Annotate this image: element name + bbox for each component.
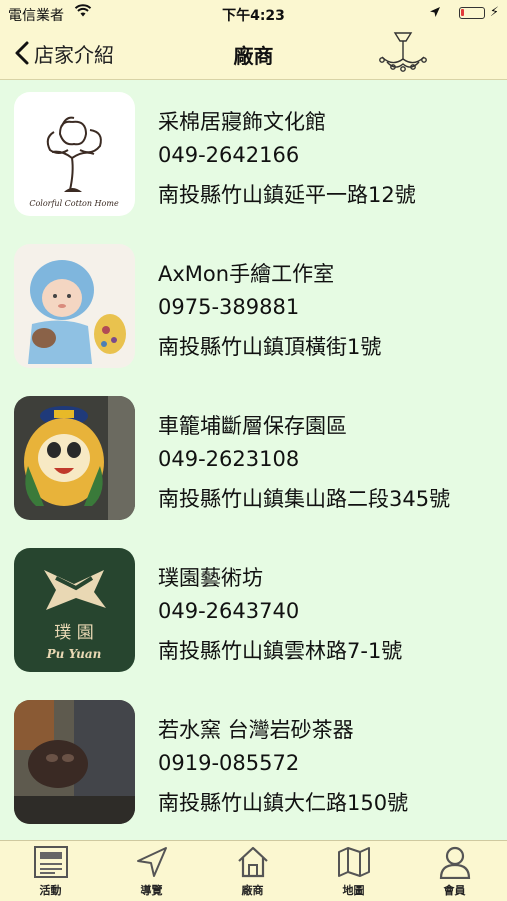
tab-activities[interactable]: 活動 <box>0 841 101 901</box>
list-item[interactable]: 璞 園 Pu Yuan 璞園藝術坊 049-2643740 南投縣竹山鎮雲林路7… <box>0 536 507 688</box>
newspaper-icon <box>33 846 68 878</box>
vendor-phone[interactable]: 0919-085572 <box>158 751 299 775</box>
map-icon <box>337 847 370 877</box>
tab-guide[interactable]: 導覽 <box>101 841 202 901</box>
puyuan-logo-image: 璞 園 Pu Yuan <box>14 548 135 672</box>
person-icon <box>439 846 470 879</box>
chandelier-icon <box>379 32 427 72</box>
back-button[interactable]: 店家介紹 <box>14 37 114 69</box>
navigation-bar: 店家介紹 廠商 <box>0 27 507 80</box>
list-item[interactable]: 車籠埔斷層保存園區 049-2623108 南投縣竹山鎮集山路二段345號 <box>0 384 507 536</box>
tab-bar: 活動 導覽 廠商 地圖 會員 <box>0 840 507 901</box>
vendor-phone[interactable]: 0975-389881 <box>158 295 299 319</box>
vendor-address: 南投縣竹山鎮頂橫街1號 <box>158 335 382 359</box>
vendor-address: 南投縣竹山鎮大仁路150號 <box>158 791 409 815</box>
list-item[interactable]: AxMon手繪工作室 0975-389881 南投縣竹山鎮頂橫街1號 <box>0 232 507 384</box>
charging-icon: ⚡ <box>489 5 499 20</box>
vendor-phone[interactable]: 049-2642166 <box>158 143 299 167</box>
vendor-address: 南投縣竹山鎮雲林路7-1號 <box>158 639 403 663</box>
battery-icon <box>459 7 485 19</box>
vendor-name: 璞園藝術坊 <box>158 566 263 590</box>
illustration-image <box>14 244 135 368</box>
vendor-phone[interactable]: 049-2623108 <box>158 447 299 471</box>
tab-label: 導覽 <box>140 884 163 897</box>
puyuan-logo-subtext: Pu Yuan <box>46 647 102 661</box>
list-item[interactable]: 若水窯 台灣岩砂茶器 0919-085572 南投縣竹山鎮大仁路150號 <box>0 688 507 840</box>
vendor-name: AxMon手繪工作室 <box>158 262 335 286</box>
cotton-logo-text: Colorful Cotton Home <box>29 199 119 208</box>
tab-label: 會員 <box>443 884 466 897</box>
vendor-phone[interactable]: 049-2643740 <box>158 599 299 623</box>
home-icon <box>237 846 268 878</box>
vendor-list: Colorful Cotton Home 采棉居寢飾文化館 049-264216… <box>0 80 507 840</box>
vendor-name: 采棉居寢飾文化館 <box>158 110 326 134</box>
tab-label: 地圖 <box>342 884 365 897</box>
tab-member[interactable]: 會員 <box>404 841 505 901</box>
mascot-image <box>14 396 135 520</box>
vendor-address: 南投縣竹山鎮集山路二段345號 <box>158 487 451 511</box>
teapot-image <box>14 700 135 824</box>
navigation-arrow-icon <box>136 847 167 877</box>
tab-vendors[interactable]: 廠商 <box>202 841 303 901</box>
tab-label: 活動 <box>39 884 62 897</box>
list-item[interactable]: Colorful Cotton Home 采棉居寢飾文化館 049-264216… <box>0 80 507 232</box>
back-label: 店家介紹 <box>34 42 114 67</box>
vendor-name: 車籠埔斷層保存園區 <box>158 414 347 438</box>
cotton-logo-image: Colorful Cotton Home <box>14 92 135 216</box>
location-icon <box>429 6 441 22</box>
puyuan-logo-text: 璞 園 <box>54 623 93 643</box>
vendor-name: 若水窯 台灣岩砂茶器 <box>158 718 354 742</box>
vendor-address: 南投縣竹山鎮延平一路12號 <box>158 183 416 207</box>
battery-fill <box>461 9 464 16</box>
tab-map[interactable]: 地圖 <box>303 841 404 901</box>
tab-label: 廠商 <box>241 884 264 897</box>
status-bar: 電信業者 下午4:23 ⚡ <box>0 0 507 27</box>
chevron-left-icon <box>15 41 29 65</box>
